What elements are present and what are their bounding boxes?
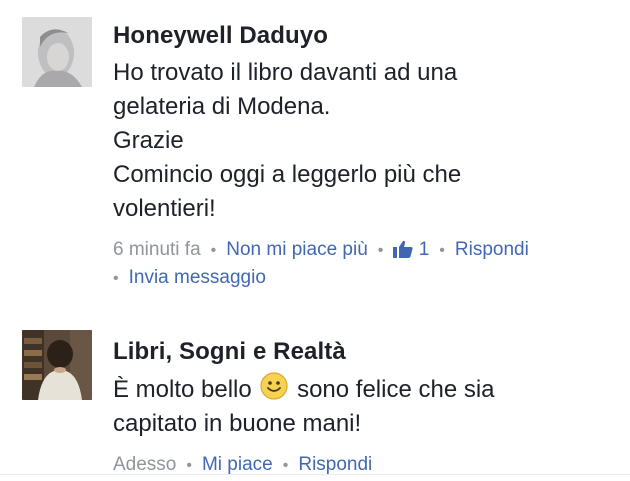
comment-author[interactable]: Honeywell Daduyo	[113, 22, 614, 50]
comment-actions: 6 minuti fa • Non mi piace più • 1 • Rispondi	[113, 236, 614, 264]
separator-dot: •	[377, 242, 384, 259]
avatar-photo-icon	[22, 17, 92, 87]
comment-line: gelateria di Modena.	[113, 93, 331, 120]
separator-dot: •	[186, 457, 192, 474]
avatar[interactable]	[22, 17, 92, 87]
like-button[interactable]: Mi piace	[202, 454, 273, 475]
bottom-border	[0, 474, 630, 475]
comment-line: Ho trovato il libro davanti ad una	[113, 59, 458, 86]
comment-line: È molto bello sono felice che sia	[113, 372, 614, 407]
comment-text: È molto bello sono felice che sia capita…	[113, 372, 614, 441]
smile-emoji-icon	[260, 372, 289, 400]
avatar[interactable]	[22, 330, 92, 400]
comment-line: capitato in buone mani!	[113, 410, 362, 437]
reply-button[interactable]: Rispondi	[298, 454, 372, 475]
reply-button[interactable]: Rispondi	[455, 239, 529, 260]
send-message-button[interactable]: Invia messaggio	[129, 267, 266, 288]
avatar-photo-icon	[22, 330, 92, 400]
comment-timestamp[interactable]: 6 minuti fa	[113, 239, 201, 260]
comment-line: Comincio oggi a leggerlo più che	[113, 161, 462, 188]
like-count-value: 1	[418, 239, 430, 260]
unlike-button[interactable]: Non mi piace più	[226, 239, 368, 260]
comment-line: Grazie	[113, 127, 184, 154]
comment-author[interactable]: Libri, Sogni e Realtà	[113, 338, 614, 366]
separator-dot: •	[210, 242, 217, 259]
separator-dot: •	[113, 270, 119, 287]
thumbs-up-icon	[393, 240, 414, 258]
comment-actions-row-2: • Invia messaggio	[113, 264, 614, 292]
comment-line: volentieri!	[113, 195, 216, 222]
comment-text: Ho trovato il libro davanti ad una gelat…	[113, 56, 614, 226]
comment-line-end: sono felice che sia	[290, 376, 495, 403]
like-count[interactable]: 1	[393, 239, 429, 260]
separator-dot: •	[282, 457, 289, 474]
comment-line-start: È molto bello	[113, 376, 259, 403]
separator-dot: •	[439, 242, 445, 259]
comment-timestamp[interactable]: Adesso	[113, 454, 176, 475]
